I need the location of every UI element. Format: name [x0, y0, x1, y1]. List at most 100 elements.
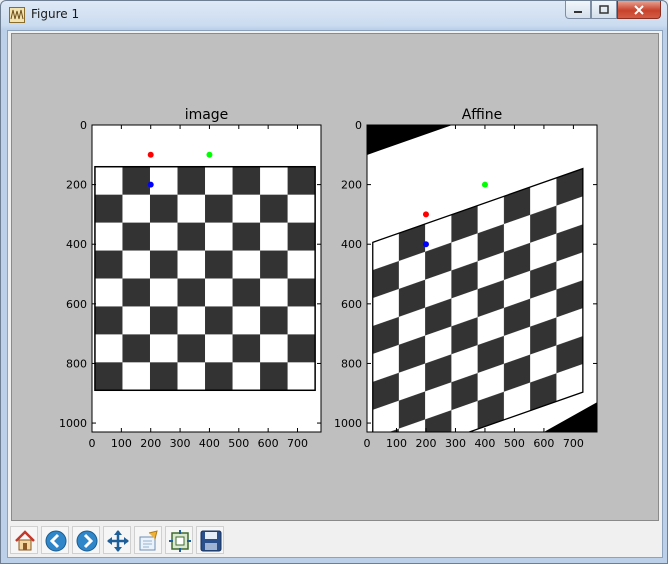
x-tick-label: 0 — [364, 437, 371, 450]
checker-square — [177, 194, 206, 223]
y-tick-label: 800 — [341, 357, 362, 370]
pan-button[interactable] — [103, 526, 131, 554]
x-tick-label: 600 — [533, 437, 554, 450]
y-tick-label: 400 — [341, 238, 362, 251]
y-tick-label: 600 — [66, 298, 87, 311]
maximize-button[interactable] — [591, 1, 617, 19]
marker-point-green — [206, 151, 213, 158]
close-icon — [634, 4, 644, 15]
checker-square — [177, 334, 206, 363]
configure-subplots-button[interactable] — [165, 526, 193, 554]
figure-window: Figure 1 image 0 100 200 300 400 500 600 700 0 200… — [0, 0, 668, 564]
checker-square — [94, 278, 123, 307]
minimize-button[interactable] — [565, 1, 591, 19]
checker-square — [177, 362, 206, 391]
y-tick-label: 0 — [80, 119, 87, 132]
checker-square — [177, 306, 206, 335]
y-tick-label: 600 — [341, 298, 362, 311]
checker-square — [205, 334, 233, 363]
x-tick-label: 100 — [111, 437, 132, 450]
marker-point-blue — [422, 241, 429, 248]
marker-point-red — [147, 151, 154, 158]
y-tick-label: 1000 — [59, 417, 87, 430]
x-tick-label: 300 — [170, 437, 191, 450]
maximize-icon — [599, 4, 609, 14]
save-button[interactable] — [196, 526, 224, 554]
checker-square — [232, 306, 261, 335]
title-bar[interactable]: Figure 1 — [1, 1, 667, 29]
checker-square — [205, 194, 233, 223]
checker-square — [205, 222, 233, 251]
x-tick-label: 500 — [504, 437, 525, 450]
checker-square — [94, 166, 123, 195]
checker-square — [287, 306, 316, 335]
figure-canvas[interactable]: image 0 100 200 300 400 500 600 700 0 200 400 600 800… — [11, 33, 659, 521]
x-tick-label: 200 — [415, 437, 436, 450]
forward-button[interactable] — [72, 526, 100, 554]
marker-point-red — [422, 211, 429, 218]
checker-square — [287, 194, 316, 223]
checker-square — [232, 362, 261, 391]
checker-square — [149, 278, 178, 307]
matplotlib-figure-icon — [9, 7, 25, 23]
checker-square — [177, 222, 206, 251]
y-tick-label: 0 — [355, 119, 362, 132]
checker-square — [149, 222, 178, 251]
checker-square — [260, 166, 288, 195]
checker-square — [177, 250, 206, 279]
y-tick-label: 200 — [341, 179, 362, 192]
checker-square — [177, 166, 206, 195]
checker-square — [260, 306, 288, 335]
home-icon — [15, 530, 35, 551]
checker-square — [205, 250, 233, 279]
figure-client-area: image 0 100 200 300 400 500 600 700 0 200 400 600 800… — [7, 30, 663, 558]
checker-square — [122, 250, 151, 279]
x-tick-label: 0 — [89, 437, 96, 450]
checker-square — [232, 222, 261, 251]
checker-square — [122, 278, 151, 307]
checker-square — [260, 250, 288, 279]
x-tick-label: 600 — [258, 437, 279, 450]
y-tick-label: 1000 — [334, 417, 362, 430]
checker-square — [94, 362, 123, 391]
checker-square — [260, 194, 288, 223]
back-button[interactable] — [41, 526, 69, 554]
axes-image: image 0 100 200 300 400 500 600 700 0 200 400 600 800… — [59, 107, 322, 450]
axes-title: image — [185, 107, 229, 123]
checker-square — [122, 166, 151, 195]
checker-square — [149, 306, 178, 335]
zoom-button[interactable] — [134, 526, 162, 554]
checker-square — [177, 278, 206, 307]
checker-square — [94, 194, 123, 223]
checker-square — [94, 334, 123, 363]
save-disk-icon — [200, 530, 222, 552]
checker-square — [287, 362, 316, 391]
checker-square — [205, 306, 233, 335]
x-tick-label: 700 — [563, 437, 584, 450]
minimize-icon — [574, 10, 582, 13]
checker-square — [149, 362, 178, 391]
checker-square — [287, 250, 316, 279]
checker-square — [149, 250, 178, 279]
forward-arrow-icon — [76, 530, 98, 552]
x-tick-label: 300 — [445, 437, 466, 450]
home-button[interactable] — [10, 526, 38, 554]
y-tick-label: 800 — [66, 357, 87, 370]
back-arrow-icon — [45, 530, 67, 552]
x-tick-label: 400 — [199, 437, 220, 450]
checker-square — [205, 362, 233, 391]
window-title: Figure 1 — [31, 7, 80, 21]
checker-square — [205, 166, 233, 195]
checker-square — [232, 166, 261, 195]
checker-square — [260, 362, 288, 391]
checker-square — [122, 306, 151, 335]
checker-square — [287, 334, 316, 363]
x-tick-label: 700 — [287, 437, 308, 450]
pan-move-icon — [107, 530, 129, 552]
figure-svg: image 0 100 200 300 400 500 600 700 0 200 400 600 800… — [59, 107, 598, 450]
subplots-icon — [169, 530, 191, 552]
checker-square — [94, 306, 123, 335]
x-tick-label: 200 — [140, 437, 161, 450]
close-button[interactable] — [617, 1, 661, 19]
checker-square — [287, 222, 316, 251]
